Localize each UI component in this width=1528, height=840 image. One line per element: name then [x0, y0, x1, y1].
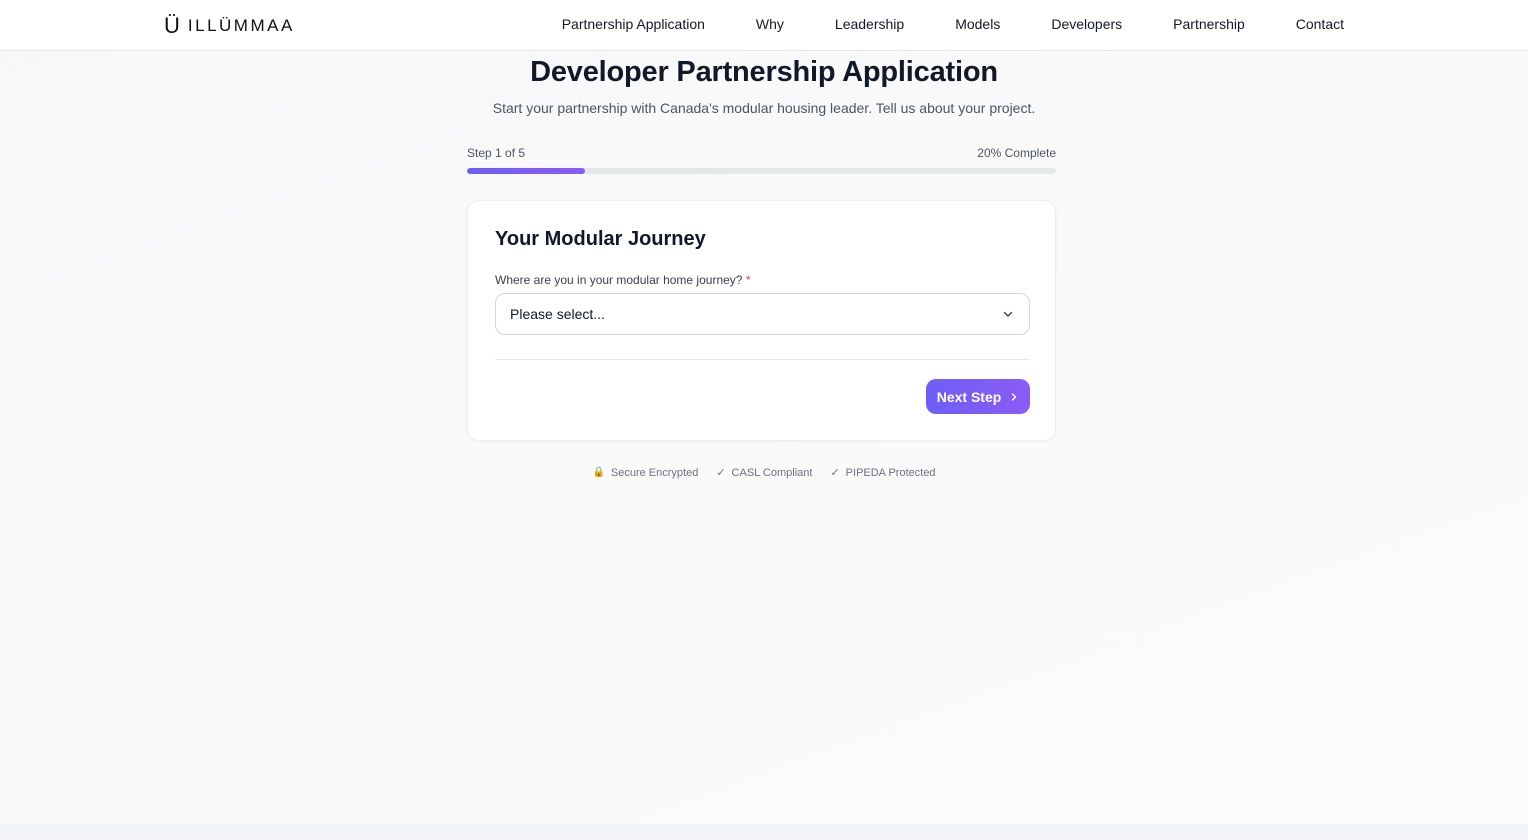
- progress-track: [467, 168, 1056, 174]
- secure-text: Secure Encrypted: [610, 466, 699, 479]
- chevron-right-icon: [1009, 389, 1019, 405]
- journey-label-text: Where are you in your modular home journ…: [495, 273, 743, 287]
- section-title: Your Modular Journey: [495, 228, 706, 250]
- check-icon: ✓: [830, 467, 840, 479]
- pipeda-text: PIPEDA Protected: [845, 466, 936, 479]
- main-nav: Partnership Application Why Leadership M…: [562, 0, 1344, 48]
- nav-why[interactable]: Why: [756, 16, 784, 32]
- lock-icon: 🔒: [592, 467, 605, 478]
- brand-name: ILLÜMMAA: [187, 16, 295, 35]
- pipeda-badge: ✓ PIPEDA Protected: [830, 466, 936, 480]
- nav-developers[interactable]: Developers: [1051, 16, 1122, 32]
- nav-leadership[interactable]: Leadership: [835, 16, 904, 32]
- form-divider: [495, 359, 1030, 360]
- nav-contact[interactable]: Contact: [1296, 16, 1344, 32]
- required-indicator: *: [745, 273, 751, 287]
- journey-select[interactable]: Please select...: [495, 293, 1030, 335]
- page-title: Developer Partnership Application: [530, 56, 998, 88]
- form-card: Your Modular Journey Where are you in yo…: [467, 200, 1056, 441]
- page-subtitle: Start your partnership with Canada's mod…: [492, 100, 1036, 116]
- check-icon: ✓: [716, 467, 726, 479]
- journey-select-value: Please select...: [510, 306, 605, 322]
- journey-label: Where are you in your modular home journ…: [495, 273, 750, 287]
- progress-fill: [467, 168, 585, 174]
- step-counter: Step 1 of 5: [467, 146, 526, 160]
- nav-partnership-application[interactable]: Partnership Application: [562, 16, 705, 32]
- percent-complete: 20% Complete: [977, 146, 1056, 160]
- secure-badge: 🔒 Secure Encrypted: [592, 466, 698, 479]
- progress-labels: Step 1 of 5 20% Complete: [467, 146, 1056, 162]
- casl-text: CASL Compliant: [731, 466, 813, 479]
- next-step-label: Next Step: [936, 388, 1002, 405]
- top-navigation: Ü ILLÜMMAA Partnership Application Why L…: [0, 0, 1528, 51]
- progress-section: Step 1 of 5 20% Complete: [467, 146, 1056, 174]
- nav-models[interactable]: Models: [955, 16, 1000, 32]
- trust-badges: 🔒 Secure Encrypted ✓ CASL Compliant ✓ PI…: [0, 466, 1528, 480]
- footer-strip: [0, 824, 1528, 840]
- next-step-button[interactable]: Next Step: [926, 379, 1030, 414]
- casl-badge: ✓ CASL Compliant: [716, 466, 813, 480]
- brand-logo[interactable]: Ü ILLÜMMAA: [164, 13, 295, 39]
- logo-mark-icon: Ü: [164, 13, 180, 38]
- chevron-down-icon: [1001, 307, 1015, 321]
- nav-partnership[interactable]: Partnership: [1173, 16, 1245, 32]
